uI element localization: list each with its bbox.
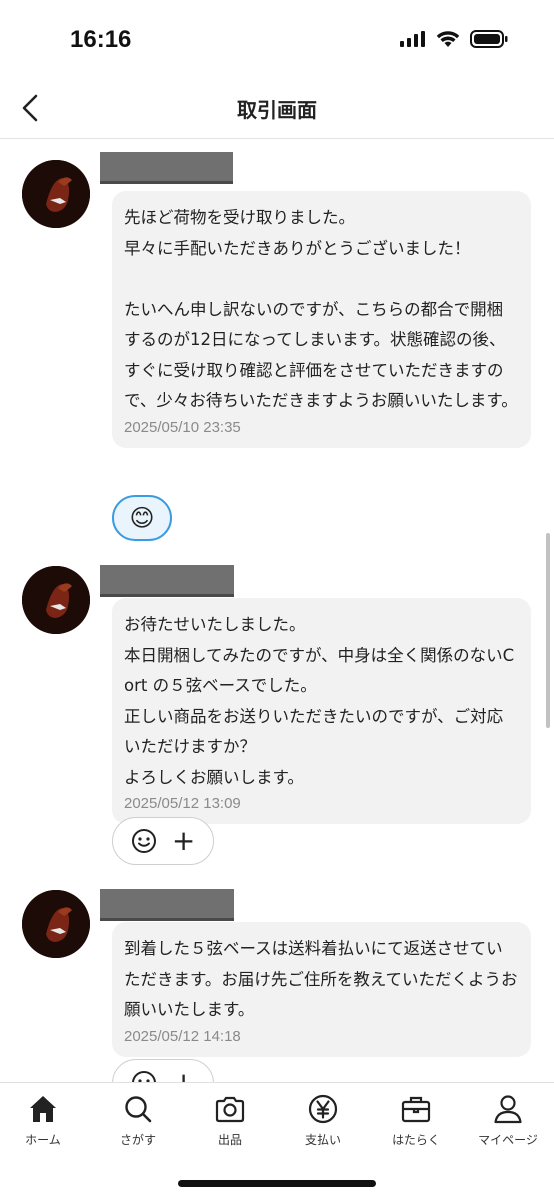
smiling-face-emoji-icon: 😊 [129, 504, 155, 532]
status-bar: 16:16 [0, 0, 554, 80]
scrollbar[interactable] [546, 533, 550, 728]
nav-bar: 取引画面 [0, 80, 554, 139]
tab-label: 出品 [217, 1133, 242, 1147]
message-timestamp: 2025/05/12 14:18 [124, 1027, 241, 1045]
status-time: 16:16 [70, 26, 132, 53]
tab-label: ホーム [25, 1133, 61, 1147]
tab-sell[interactable]: 出品 [185, 1093, 275, 1148]
sender-name-redacted [100, 889, 234, 921]
add-reaction-button[interactable]: + [112, 1059, 214, 1082]
camera-icon [215, 1096, 245, 1123]
status-icons [400, 30, 508, 48]
page-title: 取引画面 [237, 98, 317, 122]
tab-label: マイページ [478, 1133, 538, 1147]
tab-work[interactable]: はたらく [371, 1093, 461, 1148]
reaction-chip[interactable]: 😊 [112, 495, 172, 541]
message-bubble: 先ほど荷物を受け取りました。 早々に手配いただきありがとうございました！ たいへ… [112, 191, 531, 448]
chat-area[interactable]: 先ほど荷物を受け取りました。 早々に手配いただきありがとうございました！ たいへ… [0, 139, 554, 1082]
sender-name-redacted [100, 152, 233, 184]
tab-home[interactable]: ホーム [0, 1093, 88, 1148]
smiley-outline-icon [131, 829, 156, 853]
home-indicator [178, 1180, 376, 1187]
avatar-image [22, 160, 90, 228]
smiley-outline-icon [131, 1071, 156, 1082]
briefcase-icon [401, 1096, 431, 1123]
wifi-icon [436, 31, 460, 47]
person-icon [494, 1095, 522, 1124]
avatar-image [22, 890, 90, 958]
tab-label: さがす [119, 1133, 156, 1147]
message-text: 到着した５弦ベースは送料着払いにて返送させていただきます。お届け先ご住所を教えて… [124, 939, 518, 1019]
message-text: お待たせいたしました。 本日開梱してみたのですが、中身は全く関係のないCort … [124, 615, 515, 787]
add-reaction-button[interactable]: + [112, 817, 214, 865]
tab-search[interactable]: さがす [93, 1093, 183, 1148]
tab-label: 支払い [304, 1133, 341, 1147]
avatar-image [22, 566, 90, 634]
message-timestamp: 2025/05/10 23:35 [124, 418, 241, 436]
battery-icon [470, 30, 508, 48]
search-icon [125, 1096, 152, 1123]
avatar[interactable] [22, 890, 90, 958]
plus-icon: + [172, 1069, 195, 1083]
signal-icon [400, 31, 425, 47]
tab-payment[interactable]: 支払い [278, 1093, 368, 1148]
home-icon [30, 1096, 56, 1122]
avatar[interactable] [22, 160, 90, 228]
sender-name-redacted [100, 565, 234, 597]
plus-icon: + [171, 824, 196, 857]
yen-icon [308, 1094, 338, 1124]
message-bubble: 到着した５弦ベースは送料着払いにて返送させていただきます。お届け先ご住所を教えて… [112, 922, 531, 1057]
tab-label: はたらく [392, 1133, 440, 1147]
avatar[interactable] [22, 566, 90, 634]
message-text: 先ほど荷物を受け取りました。 早々に手配いただきありがとうございました！ たいへ… [124, 208, 518, 410]
message-bubble: お待たせいたしました。 本日開梱してみたのですが、中身は全く関係のないCort … [112, 598, 531, 824]
tab-mypage[interactable]: マイページ [463, 1093, 553, 1148]
message-timestamp: 2025/05/12 13:09 [124, 795, 241, 812]
